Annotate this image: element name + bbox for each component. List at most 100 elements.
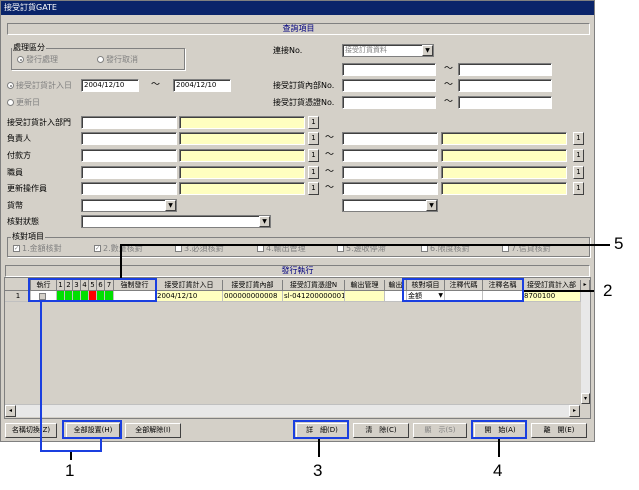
payer-from-button[interactable]: 1 (308, 149, 319, 162)
link-no-select[interactable]: 接受訂貨資料 ▼ (342, 44, 434, 57)
person-from[interactable] (81, 132, 177, 145)
staff-from[interactable] (81, 166, 177, 179)
callout-line (120, 244, 610, 246)
tilde: ～ (325, 183, 335, 193)
payer-from-name (179, 149, 305, 162)
grid-header: 接受訂貨憑證N (283, 280, 345, 291)
person-from-name (179, 132, 305, 145)
check-items-title: 核對項目 (11, 231, 45, 242)
updater-label: 更新操作員 (7, 184, 47, 193)
staff-to[interactable] (342, 166, 438, 179)
dept-search-button[interactable]: 1 (308, 116, 319, 129)
internal-no-from[interactable] (342, 79, 436, 92)
callout-line (70, 452, 72, 460)
internal-no-label: 接受訂貨內部No. (273, 81, 335, 90)
slip-no-from[interactable] (342, 96, 436, 109)
person-from-button[interactable]: 1 (308, 132, 319, 145)
currency-from-select[interactable]: ▼ (81, 199, 177, 212)
clear-all-button[interactable]: 全部解除(I) (125, 423, 181, 438)
delete-button[interactable]: 清 除(C) (353, 423, 409, 438)
highlight-start (471, 420, 527, 439)
staff-from-button[interactable]: 1 (308, 166, 319, 179)
recv-date-to[interactable]: 2004/12/10 (173, 79, 231, 92)
callout-line (524, 290, 594, 292)
person-label: 負責人 (7, 134, 31, 143)
row-dept: 8700100 (523, 291, 581, 302)
tilde: ～ (325, 167, 335, 177)
highlight-detail (293, 420, 349, 439)
updater-from-name (179, 182, 305, 195)
updater-to-button[interactable]: 1 (573, 182, 584, 195)
checkbox-icon (337, 245, 344, 252)
chevron-down-icon: ▼ (426, 200, 437, 211)
radio-icon (17, 56, 24, 63)
radio-icon (97, 56, 104, 63)
person-to-name (441, 132, 567, 145)
main-window: 接受訂貨GATE 查詢項目 處理區分 發行處理 發行取消 接受訂貨計入日 200… (0, 0, 595, 442)
tilde: ～ (325, 150, 335, 160)
dept-input[interactable] (81, 116, 177, 129)
check-item-1[interactable]: ✓ 1.金額核對 (13, 243, 62, 254)
close-button[interactable]: 離 開(E) (531, 423, 587, 438)
chevron-down-icon: ▼ (422, 45, 433, 56)
vertical-scrollbar[interactable]: ▾ (581, 291, 590, 404)
callout-4: 4 (493, 461, 503, 480)
currency-label: 貨幣 (7, 201, 23, 210)
updater-from[interactable] (81, 182, 177, 195)
recv-date-radio[interactable]: 接受訂貨計入日 (7, 80, 72, 91)
dept-name (179, 116, 305, 129)
currency-to-select[interactable]: ▼ (342, 199, 438, 212)
staff-to-button[interactable]: 1 (573, 166, 584, 179)
link-no-to[interactable] (458, 63, 552, 76)
proc-option-cancel[interactable]: 發行取消 (97, 54, 138, 65)
payer-from[interactable] (81, 149, 177, 162)
callout-line (40, 302, 42, 452)
query-section-title: 查詢項目 (7, 23, 590, 35)
updater-from-button[interactable]: 1 (308, 182, 319, 195)
scroll-left-icon[interactable]: ◂ (5, 405, 16, 417)
tilde: ～ (444, 64, 454, 74)
checkbox-icon (257, 245, 264, 252)
horizontal-scrollbar[interactable]: ◂ ▸ (5, 404, 580, 417)
chevron-down-icon: ▼ (165, 200, 176, 211)
tilde: ～ (444, 80, 454, 90)
highlight-set-all (62, 420, 122, 439)
checkbox-icon (175, 245, 182, 252)
status-label: 核對狀態 (7, 217, 39, 226)
link-no-label: 連接No. (273, 46, 303, 55)
window-title: 接受訂貨GATE (1, 1, 594, 15)
row-slip-no: sl-041200000001 (283, 291, 345, 302)
callout-2: 2 (603, 281, 613, 300)
payer-to[interactable] (342, 149, 438, 162)
payer-label: 付款方 (7, 151, 31, 160)
display-button[interactable]: 顯 示(S) (413, 423, 467, 438)
highlight-execute-columns (28, 278, 157, 302)
update-date-radio[interactable]: 更新日 (7, 97, 40, 108)
slip-no-to[interactable] (458, 96, 552, 109)
grid-header: 輸出管理 (345, 280, 385, 291)
internal-no-to[interactable] (458, 79, 552, 92)
checkbox-icon (421, 245, 428, 252)
radio-icon (7, 99, 14, 106)
row-output-mgmt (345, 291, 385, 302)
checkbox-icon: ✓ (13, 245, 20, 252)
link-no-from[interactable] (342, 63, 436, 76)
tilde: ～ (444, 97, 454, 107)
updater-to-name (441, 182, 567, 195)
recv-date-from[interactable]: 2004/12/10 (81, 79, 139, 92)
highlight-check-columns (402, 278, 524, 302)
updater-to[interactable] (342, 182, 438, 195)
payer-to-button[interactable]: 1 (573, 149, 584, 162)
status-select[interactable]: ▼ (81, 215, 271, 228)
proc-option-issue[interactable]: 發行處理 (17, 54, 58, 65)
callout-1: 1 (65, 461, 75, 480)
callout-5: 5 (614, 234, 624, 253)
person-to-button[interactable]: 1 (573, 132, 584, 145)
scroll-down-icon[interactable]: ▾ (581, 393, 590, 404)
grid-section-title: 發行執行 (5, 265, 590, 277)
tilde: ～ (151, 80, 161, 90)
payer-to-name (441, 149, 567, 162)
scroll-right-icon[interactable]: ▸ (569, 405, 580, 417)
switch-name-button[interactable]: 名稱切換(Z) (5, 423, 57, 438)
person-to[interactable] (342, 132, 438, 145)
